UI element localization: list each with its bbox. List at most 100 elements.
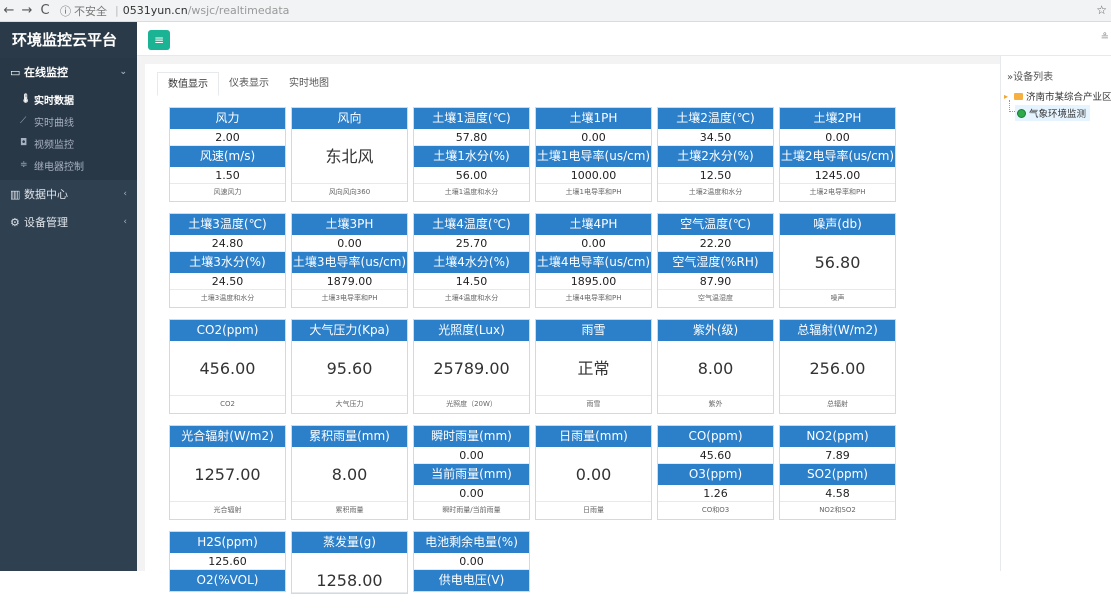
sensor-value: 1258.00 (292, 553, 407, 593)
sensor-value: 56.00 (414, 167, 529, 184)
back-icon[interactable]: ← (0, 3, 18, 18)
tree-node-root[interactable]: ▸ 济南市某综合产业区 (1004, 89, 1111, 104)
sensor-label: 土壤3水分(%) (170, 252, 285, 273)
menu-data-center[interactable]: ▥ 数据中心 ‹ (0, 180, 137, 208)
sensor-label: 土壤4温度(℃) (414, 214, 529, 235)
sidebar-item-realtime-data[interactable]: 🌡︎ 实时数据 (0, 88, 137, 110)
bar-chart-icon: ▥ (10, 187, 21, 201)
sensor-footer: 光合辐射 (213, 506, 242, 514)
tab-gauge[interactable]: 仪表显示 (219, 72, 279, 96)
sensor-footer: 噪声 (830, 294, 845, 302)
sensor-card: 大气压力(Kpa) 95.60 大气压力 (291, 319, 408, 414)
sensor-label: 土壤1水分(%) (414, 146, 529, 167)
sensor-card: 日雨量(mm) 0.00 日雨量 (535, 425, 652, 520)
sidebar-item-label: 继电器控制 (34, 161, 84, 173)
sensor-value: 56.80 (780, 235, 895, 290)
sensor-label: 土壤2PH (780, 108, 895, 129)
sensor-footer: NO2和SO2 (819, 506, 856, 514)
sensor-card: H2S(ppm) 125.60 O2(%VOL) (169, 531, 286, 592)
tab-numeric[interactable]: 数值显示 (157, 72, 219, 96)
menu-online-monitoring[interactable]: ▭ 在线监控 ⌄ (0, 58, 137, 86)
sensor-label: 土壤3电导率(us/cm) (292, 252, 407, 273)
tree-node-weather-station[interactable]: 气象环境监测 (1015, 105, 1091, 121)
user-icon[interactable]: ≗ (1101, 32, 1109, 43)
sensor-value: 0.00 (536, 447, 651, 502)
chevron-down-icon: ⌄ (119, 67, 127, 77)
sensor-card: 总辐射(W/m2) 256.00 总辐射 (779, 319, 896, 414)
sensor-label: O3(ppm) (658, 464, 773, 485)
sidebar-item-realtime-curve[interactable]: ⟋ 实时曲线 (0, 110, 137, 132)
sensor-card: NO2(ppm) 7.89 SO2(ppm) 4.58 NO2和SO2 (779, 425, 896, 520)
bookmark-star-icon[interactable]: ☆ (1096, 3, 1107, 17)
sensor-card: 噪声(db) 56.80 噪声 (779, 213, 896, 308)
sensor-value: 1257.00 (170, 447, 285, 502)
sensor-card: 土壤1温度(℃) 57.80 土壤1水分(%) 56.00 土壤1温度和水分 (413, 107, 530, 202)
sensor-footer: 紫外 (708, 400, 723, 408)
submenu-online-monitoring: 🌡︎ 实时数据 ⟋ 实时曲线 ◘ 视频监控 ≑ 继电器控制 (0, 86, 137, 180)
sensor-label: 空气湿度(%RH) (658, 252, 773, 273)
sensor-label: 土壤2电导率(us/cm) (780, 146, 895, 167)
sensor-value: 14.50 (414, 273, 529, 290)
sidebar-item-relay-control[interactable]: ≑ 继电器控制 (0, 154, 137, 176)
menu-device-management[interactable]: ⚙ 设备管理 ‹ (0, 208, 137, 236)
sensor-label: 日雨量(mm) (536, 426, 651, 447)
sensor-card: 土壤4温度(℃) 25.70 土壤4水分(%) 14.50 土壤4温度和水分 (413, 213, 530, 308)
reload-icon[interactable]: C (36, 3, 54, 18)
sensor-value: 7.89 (780, 447, 895, 464)
sensor-card: 光照度(Lux) 25789.00 光照度（20W） (413, 319, 530, 414)
forward-icon[interactable]: → (18, 3, 36, 18)
sensor-label: 风向 (292, 108, 407, 129)
sensor-label: 土壤1PH (536, 108, 651, 129)
sensor-label: 噪声(db) (780, 214, 895, 235)
sensor-card: 土壤2PH 0.00 土壤2电导率(us/cm) 1245.00 土壤2电导率和… (779, 107, 896, 202)
sensor-label: H2S(ppm) (170, 532, 285, 553)
sidebar-item-video-monitoring[interactable]: ◘ 视频监控 (0, 132, 137, 154)
sensor-label: 雨雪 (536, 320, 651, 341)
sensor-card: 风向 东北风 风向风向360 (291, 107, 408, 202)
sensor-value: 2.00 (170, 129, 285, 146)
address-bar[interactable]: ⓘ 不安全 | 0531yun.cn/wsjc/realtimedata (60, 3, 289, 19)
sensor-value: 0.00 (536, 129, 651, 146)
device-list-panel: »设备列表 ▸ 济南市某综合产业区 气象环境监测 (1000, 56, 1111, 571)
menu-toggle-button[interactable]: ≡ (148, 30, 170, 50)
thermometer-icon: 🌡︎ (20, 94, 32, 104)
globe-icon (1017, 108, 1026, 118)
sidebar-item-label: 视频监控 (34, 139, 74, 151)
sensor-label: 蒸发量(g) (292, 532, 407, 553)
sensor-label: 土壤2温度(℃) (658, 108, 773, 129)
sensor-footer: CO2 (220, 400, 235, 408)
sensor-label: 大气压力(Kpa) (292, 320, 407, 341)
sensor-label: 土壤1温度(℃) (414, 108, 529, 129)
sensor-card: 光合辐射(W/m2) 1257.00 光合辐射 (169, 425, 286, 520)
sensor-card: 空气温度(℃) 22.20 空气湿度(%RH) 87.90 空气温湿度 (657, 213, 774, 308)
sensor-card: 土壤3PH 0.00 土壤3电导率(us/cm) 1879.00 土壤3电导率和… (291, 213, 408, 308)
menu-label: 数据中心 (24, 188, 68, 201)
insecure-label: 不安全 (74, 4, 107, 18)
info-icon[interactable]: ⓘ (60, 3, 71, 19)
view-tabs: 数值显示 仪表显示 实时地图 (157, 72, 339, 96)
sensor-value: 1879.00 (292, 273, 407, 290)
sensor-card: 土壤4PH 0.00 土壤4电导率(us/cm) 1895.00 土壤4电导率和… (535, 213, 652, 308)
sensor-footer: 土壤2温度和水分 (688, 188, 743, 196)
sensor-value: 34.50 (658, 129, 773, 146)
sensor-value: 0.00 (414, 447, 529, 464)
sensor-label: NO2(ppm) (780, 426, 895, 447)
sensor-value: 0.00 (536, 235, 651, 252)
chevron-left-icon: ‹ (123, 217, 127, 227)
sensor-footer: 光照度（20W） (446, 400, 497, 408)
sliders-icon: ≑ (20, 160, 28, 170)
tab-map[interactable]: 实时地图 (279, 72, 339, 96)
sensor-label: O2(%VOL) (170, 570, 285, 591)
sensor-footer: 土壤3电导率和PH (321, 294, 378, 302)
sidebar-item-label: 实时数据 (34, 95, 74, 107)
brand-title[interactable]: 环境监控云平台 (0, 22, 137, 58)
sensor-label: 土壤4电导率(us/cm) (536, 252, 651, 273)
sensor-footer: 风速风力 (213, 188, 242, 196)
sensor-card: 土壤2温度(℃) 34.50 土壤2水分(%) 12.50 土壤2温度和水分 (657, 107, 774, 202)
sidebar-item-label: 实时曲线 (34, 117, 74, 129)
sensor-value: 0.00 (780, 129, 895, 146)
sensor-value: 256.00 (780, 341, 895, 396)
sensor-label: 空气温度(℃) (658, 214, 773, 235)
url-host: 0531yun.cn (122, 4, 188, 17)
browser-toolbar: ← → C ⓘ 不安全 | 0531yun.cn/wsjc/realtimeda… (0, 0, 1111, 22)
